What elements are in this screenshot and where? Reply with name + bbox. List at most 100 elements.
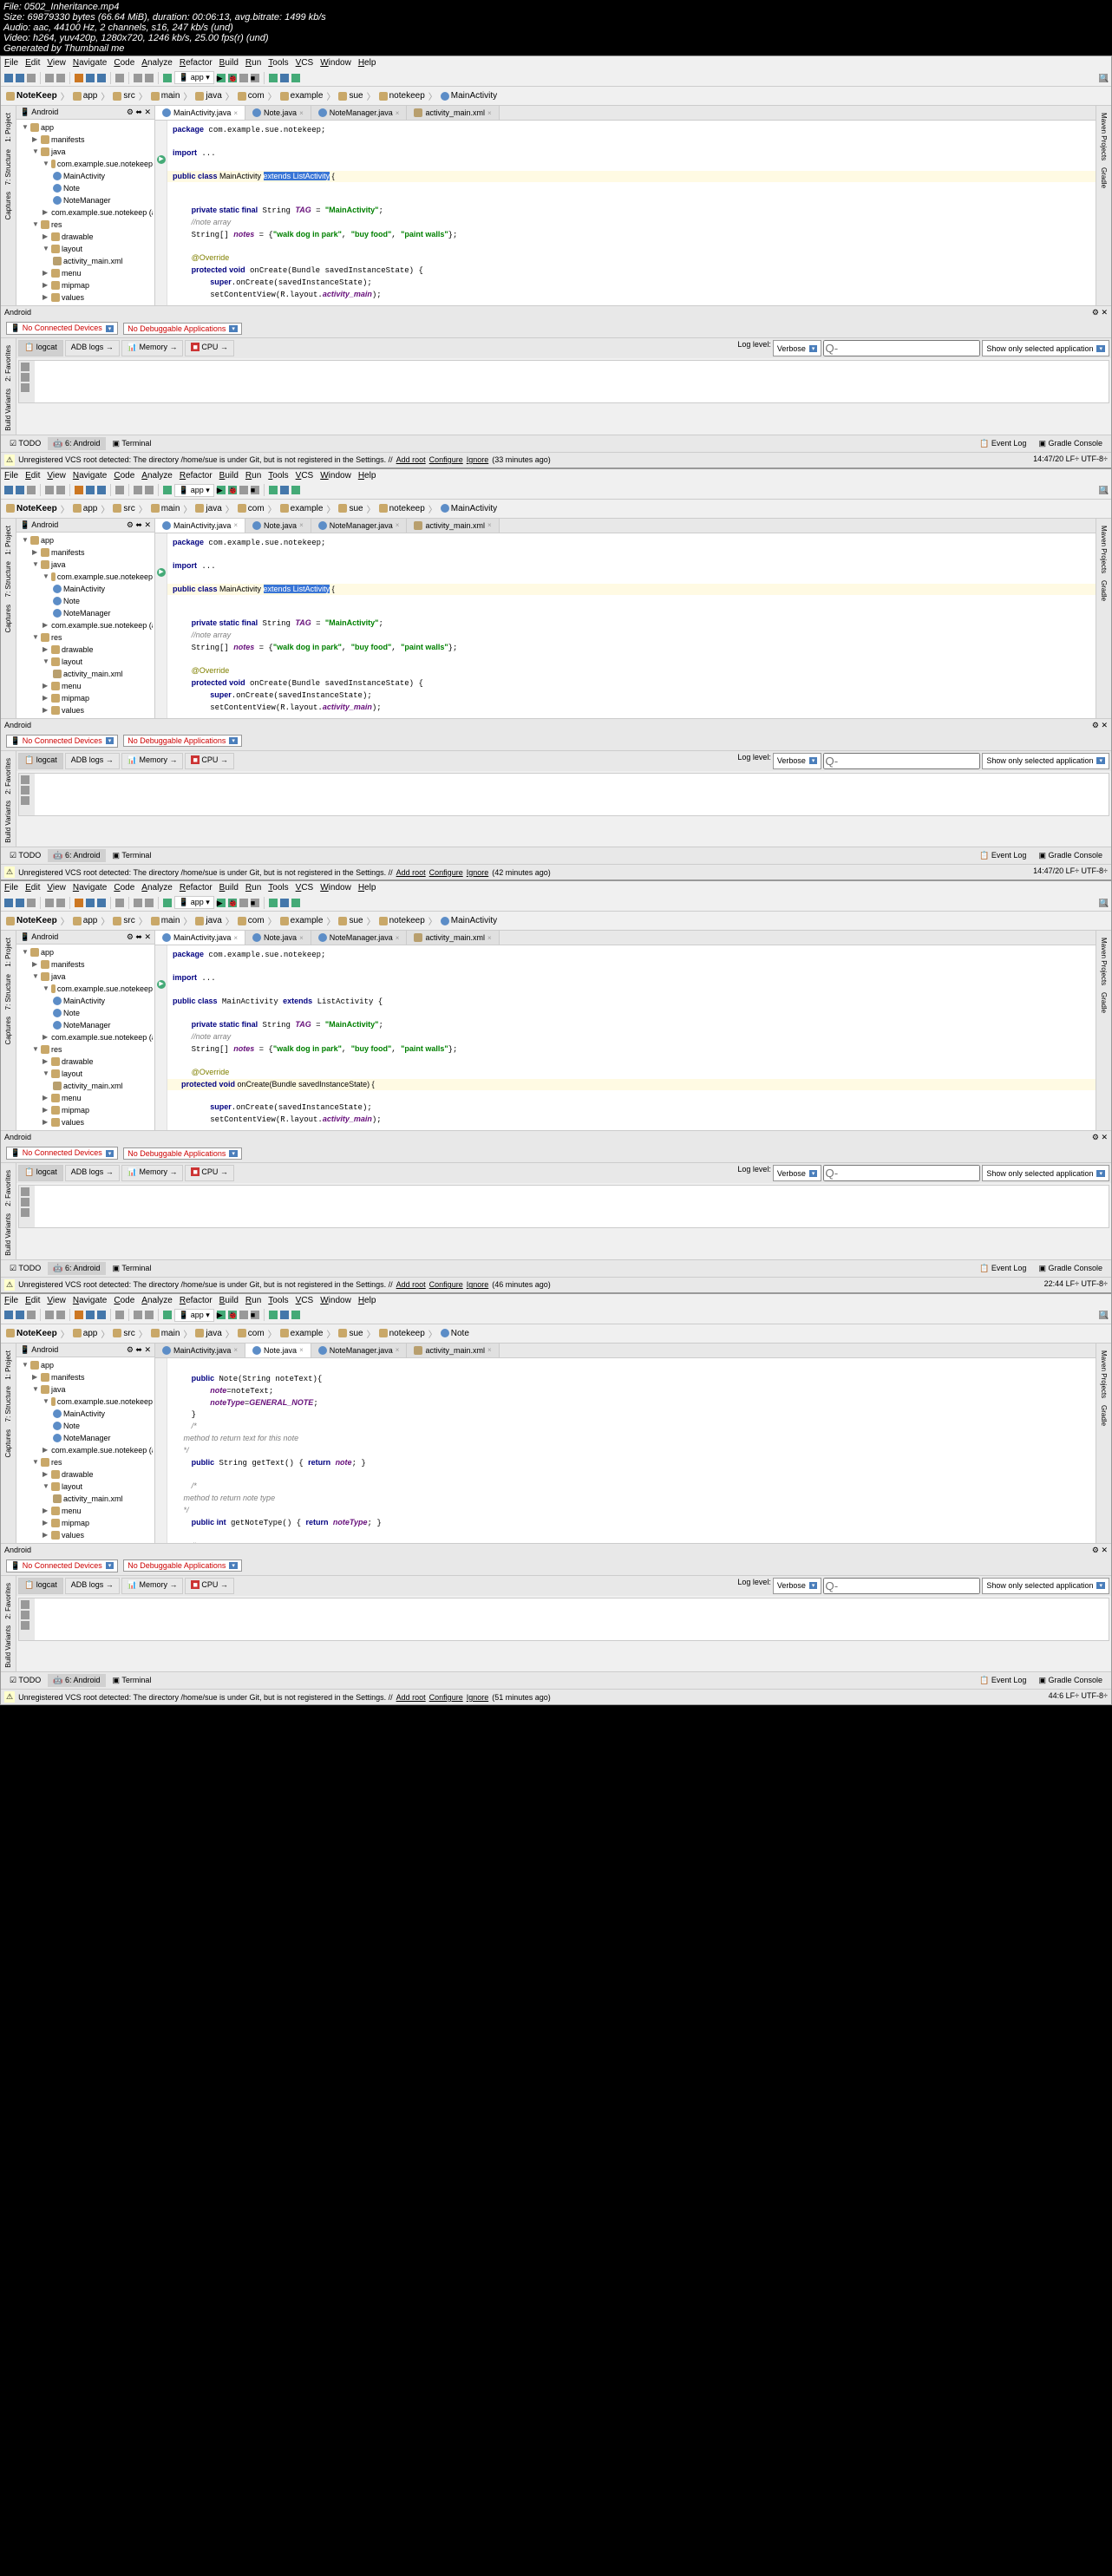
tab-adb[interactable]: ADB logs → [65,1165,120,1181]
menu-refactor[interactable]: Refactor [180,58,213,68]
tab-gradle-console[interactable]: ▣ Gradle Console [1033,849,1108,862]
menu-run[interactable]: Run [245,471,261,481]
find-icon[interactable] [115,74,124,82]
save-icon[interactable] [16,74,24,82]
run-icon[interactable]: ▶ [217,1311,226,1319]
menu-tools[interactable]: Tools [268,471,288,481]
save-icon[interactable] [16,899,24,907]
tab-note[interactable]: Note.java × [245,519,311,533]
project-tree[interactable]: ▼ app ▶ manifests ▼ java ▼ com.example.s… [16,533,154,718]
bc-app[interactable]: app [73,916,98,925]
bc-main[interactable]: main [151,504,180,513]
sdk-icon[interactable] [280,486,289,494]
apps-dropdown[interactable]: No Debuggable Applications ▾ [123,1559,242,1572]
menu-vcs[interactable]: VCS [296,883,314,892]
tab-mainactivity[interactable]: MainActivity.java × [155,519,245,533]
tab-favorites[interactable]: 2: Favorites [3,1579,14,1623]
tab-terminal[interactable]: ▣ Terminal [108,849,157,862]
menu-file[interactable]: File [4,883,18,892]
find-icon[interactable] [115,1311,124,1319]
menu-file[interactable]: File [4,471,18,481]
bc-app[interactable]: app [73,1329,98,1338]
debug-icon[interactable]: 🐞 [228,74,237,82]
cut-icon[interactable] [75,1311,83,1319]
menu-run[interactable]: Run [245,58,261,68]
menu-tools[interactable]: Tools [268,58,288,68]
tab-eventlog[interactable]: 📋 Event Log [974,1674,1031,1687]
sync-icon[interactable] [27,486,36,494]
menu-refactor[interactable]: Refactor [180,883,213,892]
menu-build[interactable]: Build [219,883,239,892]
stop-icon[interactable]: ■ [251,899,259,907]
bc-example[interactable]: example [280,504,324,513]
menu-view[interactable]: View [47,58,66,68]
project-tree[interactable]: ▼ app ▶ manifests ▼ java ▼ com.example.s… [16,945,154,1130]
tab-favorites[interactable]: 2: Favorites [3,342,14,385]
run-config-dropdown[interactable]: 📱 app ▾ [174,1309,214,1322]
tab-buildvariants[interactable]: Build Variants [3,1622,14,1671]
bc-java[interactable]: java [195,916,221,925]
tab-logcat[interactable]: 📋 logcat [18,1578,63,1594]
find-icon[interactable] [115,899,124,907]
tab-todo[interactable]: ☑ TODO [4,1262,46,1275]
make-icon[interactable] [163,899,172,907]
loglevel-dropdown[interactable]: Verbose ▾ [773,340,822,356]
loglevel-dropdown[interactable]: Verbose ▾ [773,753,822,769]
tab-gradle-console[interactable]: ▣ Gradle Console [1033,437,1108,450]
devices-dropdown[interactable]: 📱 No Connected Devices ▾ [6,1147,118,1160]
menu-help[interactable]: Help [358,58,376,68]
redo-icon[interactable] [56,899,65,907]
menu-navigate[interactable]: Navigate [73,1296,107,1305]
panel-tools[interactable]: ⚙ ⬌ ✕ [127,932,151,942]
open-icon[interactable] [4,1311,13,1319]
menu-code[interactable]: Code [114,471,134,481]
apps-dropdown[interactable]: No Debuggable Applications ▾ [123,323,242,335]
menu-vcs[interactable]: VCS [296,1296,314,1305]
bc-java[interactable]: java [195,1329,221,1338]
sdk-icon[interactable] [280,1311,289,1319]
link-configure[interactable]: Configure [429,455,463,464]
clear-icon[interactable] [21,1611,29,1619]
bc-sue[interactable]: sue [338,91,363,101]
tab-logcat[interactable]: 📋 logcat [18,340,63,356]
tab-project[interactable]: 1: Project [3,522,14,559]
open-icon[interactable] [4,74,13,82]
bc-app[interactable]: app [73,504,98,513]
android-tools[interactable]: ⚙ ✕ [1092,1133,1108,1142]
tab-logcat[interactable]: 📋 logcat [18,753,63,769]
tab-maven[interactable]: Maven Projects [1098,1347,1109,1402]
open-icon[interactable] [4,486,13,494]
paste-icon[interactable] [97,74,106,82]
undo-icon[interactable] [45,899,54,907]
tab-android-bottom[interactable]: 🤖 6: Android [48,1262,105,1275]
bc-notekeep-pkg[interactable]: notekeep [379,916,425,925]
redo-icon[interactable] [56,486,65,494]
menu-navigate[interactable]: Navigate [73,58,107,68]
cut-icon[interactable] [75,899,83,907]
tab-terminal[interactable]: ▣ Terminal [108,1262,157,1275]
bc-java[interactable]: java [195,91,221,101]
bc-main[interactable]: main [151,91,180,101]
attach-icon[interactable] [239,486,248,494]
scroll-icon[interactable] [21,383,29,392]
log-search-input[interactable] [823,1578,980,1594]
menu-run[interactable]: Run [245,883,261,892]
avd-icon[interactable] [269,74,278,82]
tab-android-bottom[interactable]: 🤖 6: Android [48,849,105,862]
search-icon[interactable]: 🔍 [1099,74,1108,82]
sync-icon[interactable] [27,74,36,82]
tab-notemanager[interactable]: NoteManager.java × [311,1344,408,1357]
tab-activity-main-xml[interactable]: activity_main.xml × [407,1344,499,1357]
back-icon[interactable] [134,486,142,494]
tab-project[interactable]: 1: Project [3,934,14,971]
make-icon[interactable] [163,1311,172,1319]
attach-icon[interactable] [239,1311,248,1319]
tab-maven[interactable]: Maven Projects [1098,934,1109,989]
bc-com[interactable]: com [238,504,265,513]
paste-icon[interactable] [97,899,106,907]
save-icon[interactable] [16,486,24,494]
scroll-icon[interactable] [21,1208,29,1217]
project-tree[interactable]: ▼ app ▶ manifests ▼ java ▼ com.example.s… [16,120,154,305]
tab-note[interactable]: Note.java × [245,1344,311,1357]
bc-example[interactable]: example [280,916,324,925]
